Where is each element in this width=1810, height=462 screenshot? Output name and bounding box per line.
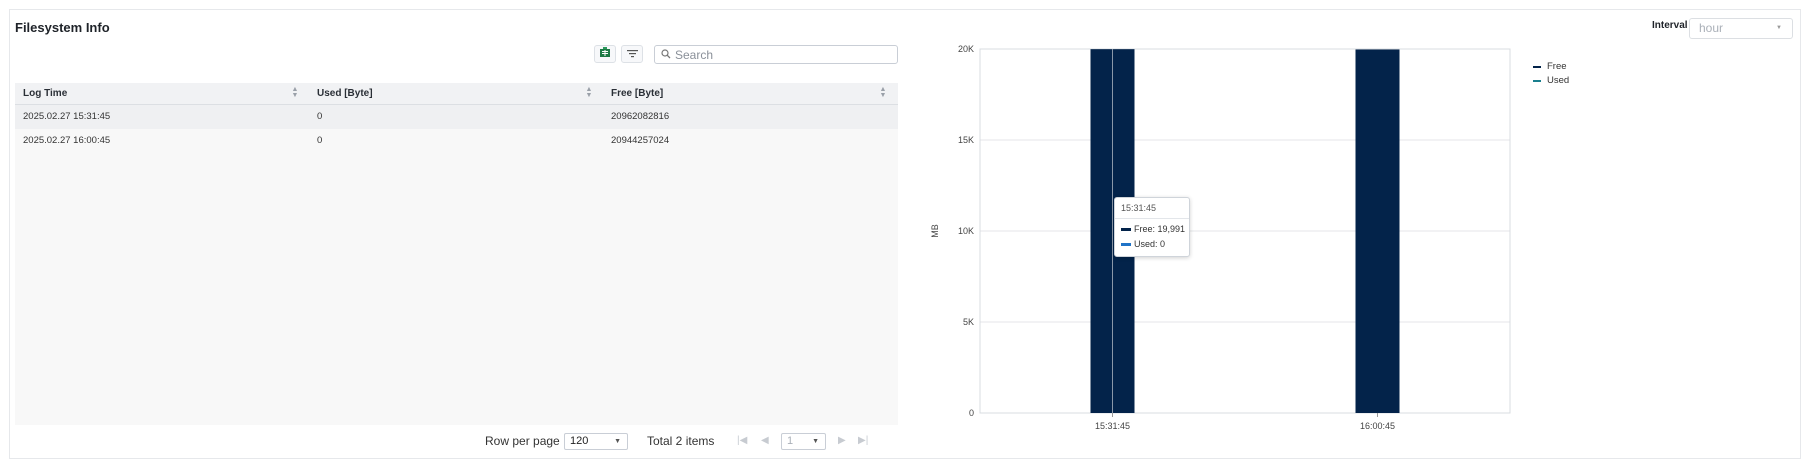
x-tick-label: 15:31:45 xyxy=(1095,421,1130,431)
log-time-cell: 2025.02.27 16:00:45 xyxy=(23,135,111,146)
bar-free xyxy=(1355,49,1400,413)
interval-select[interactable]: hour ▼ xyxy=(1689,18,1793,39)
page-number: 1 xyxy=(787,435,794,447)
filter-button[interactable] xyxy=(621,45,643,63)
rows-per-page-select[interactable]: 120 ▼ xyxy=(564,433,628,450)
next-page-icon[interactable]: ▶ xyxy=(838,432,846,450)
log-time-cell: 2025.02.27 15:31:45 xyxy=(23,111,111,122)
filesystem-table: Log Time ▲ ▼ Used [Byte] ▲ ▼ Free [Byte] ▲… xyxy=(15,83,898,425)
last-page-icon[interactable]: ▶| xyxy=(858,432,868,450)
excel-export-icon xyxy=(599,45,611,63)
search-input[interactable] xyxy=(675,47,885,62)
first-page-icon[interactable]: |◀ xyxy=(737,432,747,450)
rows-per-page-label: Row per page xyxy=(485,434,560,448)
legend-label-used: Used xyxy=(1547,75,1570,86)
tooltip-time: 15:31:45 xyxy=(1115,198,1189,219)
prev-page-icon[interactable]: ◀ xyxy=(761,432,769,450)
y-axis-label: MB xyxy=(930,224,940,238)
tooltip-free-value: Free: 19,991 xyxy=(1134,224,1186,234)
y-tick-label: 10K xyxy=(958,226,974,236)
table-row[interactable]: 2025.02.27 16:00:45 0 20944257024 xyxy=(15,129,898,153)
search-icon xyxy=(661,46,671,64)
search-field[interactable] xyxy=(654,45,898,64)
column-header-used[interactable]: Used [Byte] xyxy=(317,83,373,105)
y-tick-label: 15K xyxy=(958,135,974,145)
tooltip-used-value: Used: 0 xyxy=(1134,239,1166,249)
y-tick-label: 5K xyxy=(963,317,974,327)
page-select[interactable]: 1 ▼ xyxy=(781,433,826,450)
tooltip-used-swatch xyxy=(1121,243,1131,246)
free-cell: 20962082816 xyxy=(611,111,670,122)
sort-icon[interactable]: ▲ ▼ xyxy=(585,86,593,99)
tooltip-free-row: Free: 19,991 xyxy=(1115,222,1189,237)
tooltip-free-swatch xyxy=(1121,228,1131,231)
page-title: Filesystem Info xyxy=(15,20,110,35)
sort-icon[interactable]: ▲ ▼ xyxy=(291,86,299,99)
table-header: Log Time ▲ ▼ Used [Byte] ▲ ▼ Free [Byte] ▲… xyxy=(15,83,898,105)
column-header-log-time[interactable]: Log Time xyxy=(23,83,67,105)
filesystem-chart: 0 5K 10K 15K 20K MB 15:31:45 16:00:45 xyxy=(930,44,1511,431)
chart-tooltip: 15:31:45 Free: 19,991 Used: 0 xyxy=(1114,197,1190,257)
x-tick-label: 16:00:45 xyxy=(1360,421,1395,431)
excel-export-button[interactable] xyxy=(594,45,616,63)
chevron-down-icon: ▼ xyxy=(614,438,621,445)
chevron-down-icon: ▼ xyxy=(812,438,819,445)
interval-label: Interval xyxy=(1652,20,1688,31)
legend-swatch-used xyxy=(1533,79,1541,82)
column-header-free[interactable]: Free [Byte] xyxy=(611,83,663,105)
chevron-down-icon: ▼ xyxy=(1776,25,1782,31)
tooltip-used-row: Used: 0 xyxy=(1115,237,1189,252)
total-items: Total 2 items xyxy=(647,434,715,448)
y-tick-label: 20K xyxy=(958,44,974,54)
legend-label-free: Free xyxy=(1547,61,1567,72)
filter-icon xyxy=(626,45,638,63)
legend-swatch-free xyxy=(1533,65,1541,68)
y-tick-label: 0 xyxy=(969,408,974,418)
used-cell: 0 xyxy=(317,111,323,122)
legend-item-free[interactable]: Free xyxy=(1533,61,1567,72)
interval-value: hour xyxy=(1699,21,1724,35)
legend-item-used[interactable]: Used xyxy=(1533,75,1569,86)
sort-icon[interactable]: ▲ ▼ xyxy=(879,86,887,99)
free-cell: 20944257024 xyxy=(611,135,670,146)
used-cell: 0 xyxy=(317,135,323,146)
rows-per-page-value: 120 xyxy=(570,435,589,447)
table-row[interactable]: 2025.02.27 15:31:45 0 20962082816 xyxy=(15,105,898,129)
